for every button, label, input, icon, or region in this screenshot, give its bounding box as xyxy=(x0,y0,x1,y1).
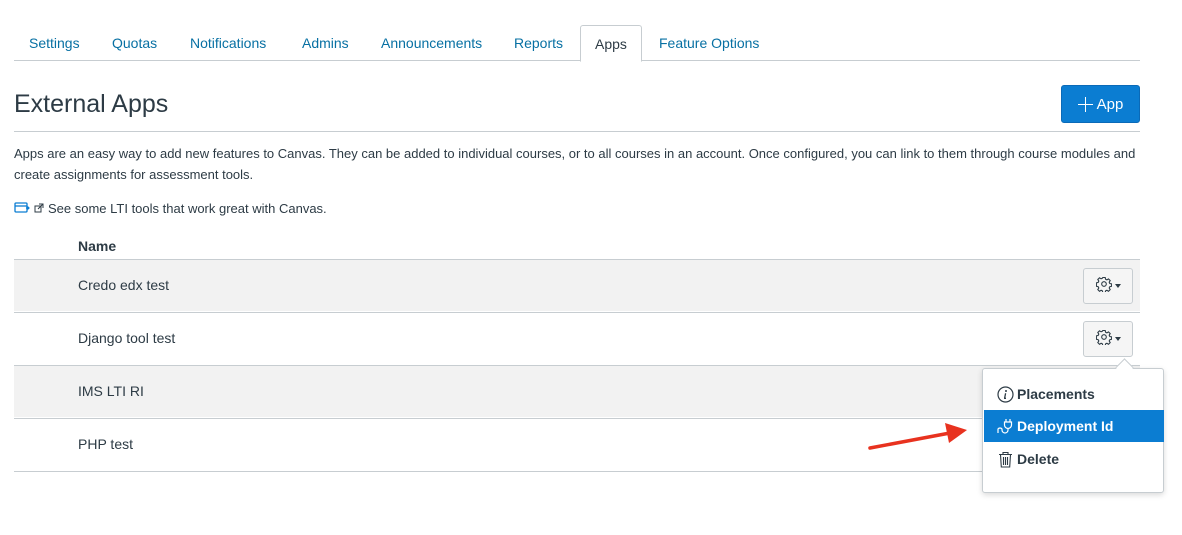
table-row: Credo edx test xyxy=(14,259,1140,311)
app-actions-menu: Placements Deployment Id Delete xyxy=(982,368,1164,493)
app-name: IMS LTI RI xyxy=(78,383,144,399)
plus-icon xyxy=(1077,96,1093,112)
app-name: PHP test xyxy=(78,436,133,452)
tab-reports[interactable]: Reports xyxy=(514,25,563,61)
chevron-down-icon xyxy=(1114,284,1121,288)
table-row: PHP test xyxy=(14,418,1140,470)
menu-item-delete[interactable]: Delete xyxy=(984,443,1164,475)
gear-icon xyxy=(1095,276,1112,297)
tab-admins[interactable]: Admins xyxy=(302,25,349,61)
annotation-arrow xyxy=(868,423,967,450)
tab-feature-options[interactable]: Feature Options xyxy=(659,25,759,61)
gear-icon xyxy=(1095,329,1112,350)
tab-settings[interactable]: Settings xyxy=(29,25,80,61)
app-settings-button[interactable] xyxy=(1083,268,1133,304)
chevron-down-icon xyxy=(1114,337,1121,341)
menu-item-label: Placements xyxy=(1017,386,1095,402)
plug-icon xyxy=(996,417,1014,435)
lti-link-text: See some LTI tools that work great with … xyxy=(48,201,327,216)
app-settings-button[interactable] xyxy=(1083,321,1133,357)
table-row: IMS LTI RI xyxy=(14,365,1140,417)
tab-quotas[interactable]: Quotas xyxy=(112,25,157,61)
menu-item-label: Delete xyxy=(1017,451,1060,467)
name-column-header: Name xyxy=(78,238,117,254)
add-app-button[interactable]: App xyxy=(1061,85,1140,123)
page-title: External Apps xyxy=(14,90,169,118)
menu-item-deployment-id[interactable]: Deployment Id xyxy=(984,410,1164,442)
header-divider xyxy=(14,131,1140,132)
lti-app-icon xyxy=(14,200,30,217)
menu-item-label: Deployment Id xyxy=(1017,418,1114,434)
external-link-icon xyxy=(34,201,44,216)
table-row: Django tool test xyxy=(14,312,1140,364)
trash-icon xyxy=(996,450,1014,468)
add-app-label: App xyxy=(1096,95,1124,113)
apps-description: Apps are an easy way to add new features… xyxy=(14,146,1136,182)
tab-apps[interactable]: Apps xyxy=(580,25,642,62)
app-name: Credo edx test xyxy=(78,277,170,293)
tab-announcements[interactable]: Announcements xyxy=(381,25,482,61)
table-bottom-divider xyxy=(14,471,1140,472)
app-name: Django tool test xyxy=(78,330,176,346)
menu-item-placements[interactable]: Placements xyxy=(984,378,1164,410)
lti-tools-link[interactable]: See some LTI tools that work great with … xyxy=(14,200,327,217)
tabs-divider xyxy=(14,60,1140,61)
info-icon xyxy=(996,385,1014,403)
settings-tabs: Settings Quotas Notifications Admins Ann… xyxy=(14,0,1140,62)
tab-notifications[interactable]: Notifications xyxy=(190,25,266,61)
